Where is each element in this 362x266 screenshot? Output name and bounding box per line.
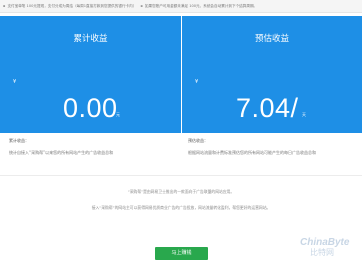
estimated-description-body: 根据网站流量和计费标准预估您的所有网站可能产生的每日广告收益总和 <box>188 150 316 155</box>
estimated-earnings-title: 预估收益 <box>254 34 289 44</box>
currency-symbol: ¥ <box>13 79 17 85</box>
section-divider <box>0 175 362 176</box>
estimated-description-head: 预估收益： <box>188 138 208 143</box>
cumulative-earnings-description: 累计收益： 统计自接入“采购帮”以来您的所有网站产生的广告收益总和 <box>9 138 174 156</box>
cumulative-earnings-title: 累计收益 <box>73 34 108 44</box>
info-line-1: “采购帮”是由网易卫士推出的一款面向于广告联盟的网站应用。 <box>127 189 235 194</box>
bullet-icon: ▪ <box>3 4 6 8</box>
bullet-icon: ▪ <box>140 4 143 8</box>
watermark-line-2: 比特网 <box>310 248 334 257</box>
cumulative-earnings-card: 累计收益 ¥ 0.00 元 <box>0 16 181 133</box>
info-line-2: 接入“采购帮”的网站主可以获得网易优质商业广告的广告投放，网站流量转化盈利，帮您… <box>91 205 271 210</box>
cumulative-earnings-unit: 元 <box>116 112 120 117</box>
notice-item-1: 支付宝单笔 100元提现，支付分成为周结（每周1直接打款到您提供的银行卡内） <box>7 4 137 8</box>
top-notice-bar: ▪ 支付宝单笔 100元提现，支付分成为周结（每周1直接打款到您提供的银行卡内） … <box>0 0 362 13</box>
estimated-earnings-card: 预估收益 ¥ 7.04/ 天 <box>182 16 362 133</box>
notice-item-2: 如果您账户可用金额未满足 100元，系统会自动累计到下个结算周期。 <box>144 4 258 8</box>
estimated-earnings-unit: 天 <box>302 112 306 117</box>
estimated-earnings-amount: 7.04/ <box>236 93 299 123</box>
cumulative-earnings-amount: 0.00 <box>63 93 118 123</box>
watermark-line-1: ChinaByte <box>300 237 350 248</box>
currency-symbol: ¥ <box>195 79 199 85</box>
estimated-earnings-description: 预估收益： 根据网站流量和计费标准预估您的所有网站可能产生的每日广告收益总和 <box>188 138 353 156</box>
start-earning-button[interactable]: 马上赚钱 <box>155 247 208 260</box>
chinabyte-watermark: ChinaByte 比特网 <box>300 238 360 264</box>
cumulative-description-body: 统计自接入“采购帮”以来您的所有网站产生的广告收益总和 <box>9 150 114 155</box>
cumulative-description-head: 累计收益： <box>9 138 29 143</box>
